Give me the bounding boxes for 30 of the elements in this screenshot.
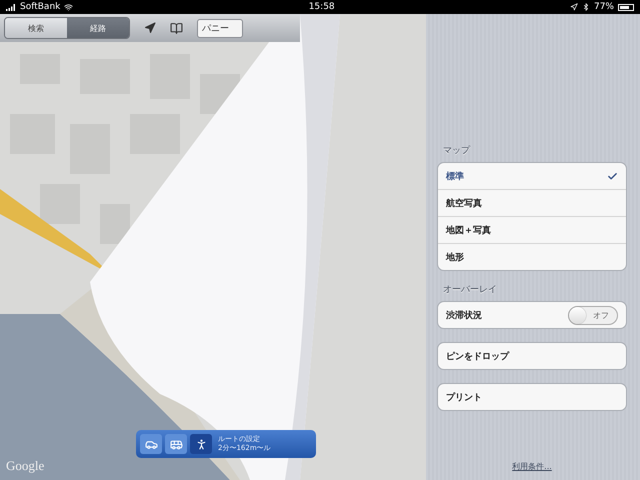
terms-link[interactable]: 利用条件...	[512, 461, 552, 472]
location-icon	[570, 3, 578, 11]
overlay-label: 渋滞状況	[446, 309, 482, 322]
segment-tab[interactable]: 検索	[5, 18, 67, 38]
action-button[interactable]: プリント	[437, 383, 627, 411]
map-logo: Google	[6, 458, 44, 474]
clock-time: 15:58	[308, 2, 335, 12]
map-type-option[interactable]: 地図＋写真	[438, 216, 626, 243]
signal-icon	[6, 4, 16, 10]
search-field[interactable]: パニー	[197, 18, 243, 38]
section-header: オーバーレイ	[443, 284, 498, 296]
wifi-icon	[64, 2, 74, 12]
bluetooth-icon	[582, 3, 590, 11]
map-type-option[interactable]: 地形	[438, 243, 626, 270]
location-arrow-icon[interactable]	[144, 22, 156, 34]
bookmarks-icon[interactable]	[170, 22, 183, 34]
transport-mode-button[interactable]	[140, 434, 162, 454]
segment-tab[interactable]: 経路	[67, 18, 129, 38]
walking-person-icon	[194, 438, 208, 450]
toggle-switch[interactable]: オフ	[568, 306, 618, 324]
transport-mode-button[interactable]	[165, 434, 187, 454]
battery-icon	[618, 4, 634, 10]
map-type-option[interactable]: 標準	[438, 163, 626, 189]
battery-percent: 77%	[594, 2, 614, 12]
carrier-name: SoftBank	[20, 2, 60, 12]
action-button[interactable]: ピンをドロップ	[437, 342, 627, 370]
map-type-option[interactable]: 航空写真	[438, 189, 626, 216]
section-header: マップ	[443, 144, 472, 157]
transport-mode-button[interactable]	[190, 434, 212, 454]
bus-icon	[170, 438, 182, 450]
